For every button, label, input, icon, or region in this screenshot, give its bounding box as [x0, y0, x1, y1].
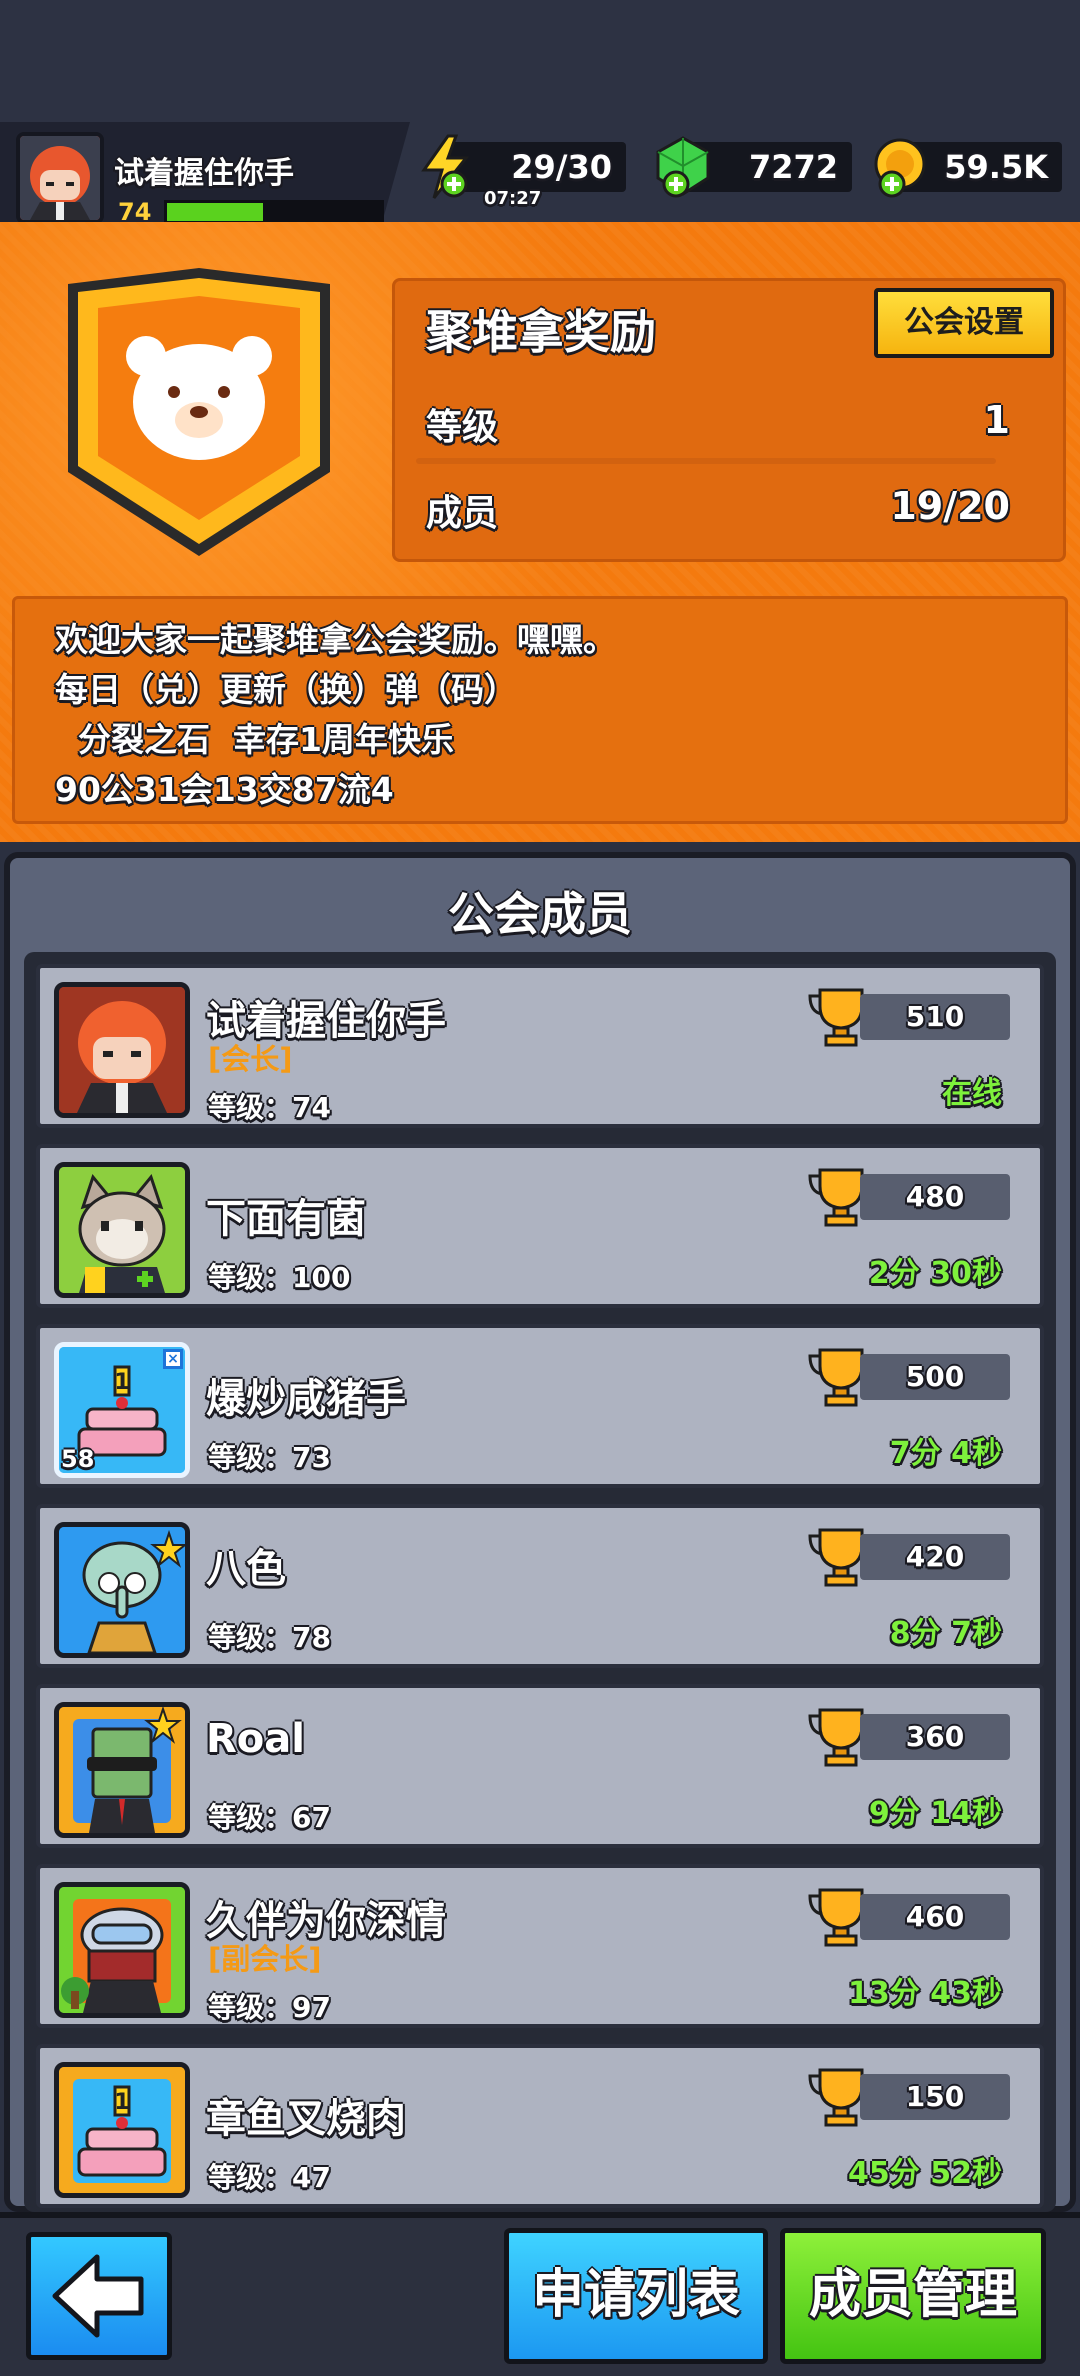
member-status: 9分 14秒	[868, 1796, 1002, 1831]
member-level: 等级：100	[208, 1261, 351, 1294]
member-row[interactable]: 久伴为你深情 [副会长] 等级：97 460 13分 43秒	[36, 1864, 1044, 2028]
member-row[interactable]: 下面有菌 等级：100 480 2分 30秒	[36, 1144, 1044, 1308]
member-avatar	[54, 1522, 190, 1658]
energy-timer: 07:27	[484, 188, 542, 209]
member-avatar: 1	[54, 2062, 190, 2198]
member-name: 章鱼叉烧肉	[206, 2096, 406, 2142]
notice-line: 每日（兑）更新（换）弹（码）	[55, 670, 517, 709]
player-avatar[interactable]	[16, 132, 104, 224]
member-avatar	[54, 1162, 190, 1298]
member-row[interactable]: 1 58 × 爆炒咸猪手 等级：73 500 7分 4秒	[36, 1324, 1044, 1488]
svg-text:1: 1	[114, 2090, 129, 2115]
member-avatar	[54, 1702, 190, 1838]
member-name: 爆炒咸猪手	[206, 1376, 406, 1422]
member-trophies: 510	[860, 994, 1010, 1040]
guild-level-row: 等级 1	[396, 380, 1062, 460]
guild-members-value: 19/20	[890, 484, 1010, 528]
energy-bolt-icon	[421, 134, 470, 199]
notice-line: 欢迎大家一起聚堆拿公会奖励。嘿嘿。	[55, 620, 616, 659]
members-panel-title: 公会成员	[448, 887, 632, 941]
svg-text:1: 1	[114, 1370, 129, 1395]
coin-add-icon[interactable]	[866, 134, 932, 200]
member-role: [副会长]	[208, 1942, 322, 1976]
member-status: 45分 52秒	[848, 2156, 1002, 2191]
member-trophies: 150	[860, 2074, 1010, 2120]
guild-members-row: 成员 19/20	[396, 466, 1062, 546]
close-icon: ×	[163, 1349, 183, 1369]
member-avatar	[54, 1882, 190, 2018]
member-status: 13分 43秒	[848, 1976, 1002, 2011]
member-trophies: 360	[860, 1714, 1010, 1760]
player-xp-bar	[164, 200, 384, 224]
member-level: 等级：78	[208, 1621, 331, 1654]
member-trophies: 460	[860, 1894, 1010, 1940]
guild-members-label: 成员	[426, 493, 499, 534]
divider	[416, 458, 996, 464]
member-trophies: 420	[860, 1534, 1010, 1580]
gem-value: 7272	[748, 148, 838, 186]
member-row[interactable]: Roal 等级：67 360 9分 14秒	[36, 1684, 1044, 1848]
member-name: 八色	[206, 1546, 286, 1592]
guild-settings-button[interactable]: 公会设置	[874, 288, 1054, 358]
coin-value: 59.5K	[944, 148, 1048, 186]
member-name: Roal	[206, 1716, 305, 1762]
member-avatar	[54, 982, 190, 1118]
back-button[interactable]	[26, 2232, 172, 2360]
notice-line: 90公31会13交87流4	[55, 770, 394, 809]
arrow-left-icon	[52, 2254, 144, 2338]
member-management-button[interactable]: 成员管理	[780, 2228, 1046, 2364]
member-level: 等级：74	[208, 1091, 331, 1124]
member-trophies: 480	[860, 1174, 1010, 1220]
guild-name: 聚堆拿奖励	[426, 305, 656, 359]
guild-level-value: 1	[983, 398, 1010, 442]
member-level: 等级：97	[208, 1991, 331, 2024]
member-status: 在线	[942, 1076, 1002, 1111]
guild-level-label: 等级	[426, 407, 499, 448]
member-row[interactable]: 1 章鱼叉烧肉 等级：47 150 45分 52秒	[36, 2044, 1044, 2208]
member-row[interactable]: 试着握住你手 [会长] 等级：74 510 在线	[36, 964, 1044, 1128]
member-level: 等级：67	[208, 1801, 331, 1834]
notice-line: 分裂之石 幸存1周年快乐	[55, 720, 454, 759]
member-avatar: 1 58 ×	[54, 1342, 190, 1478]
member-status: 7分 4秒	[889, 1436, 1002, 1471]
guild-notice-board[interactable]: 欢迎大家一起聚堆拿公会奖励。嘿嘿。 每日（兑）更新（换）弹（码） 分裂之石 幸存…	[12, 596, 1068, 824]
member-row[interactable]: 八色 等级：78 420 8分 7秒	[36, 1504, 1044, 1668]
member-level: 等级：47	[208, 2161, 331, 2194]
player-name: 试着握住你手	[114, 156, 294, 191]
application-list-button[interactable]: 申请列表	[504, 2228, 768, 2364]
energy-value: 29/30	[511, 148, 612, 186]
gem-add-icon[interactable]	[650, 134, 716, 200]
guild-emblem-bear-icon[interactable]	[58, 262, 340, 562]
member-name: 下面有菌	[206, 1196, 366, 1242]
member-level: 等级：73	[208, 1441, 331, 1474]
member-status: 8分 7秒	[889, 1616, 1002, 1651]
avatar-level-badge: 58	[61, 1445, 95, 1473]
member-status: 2分 30秒	[868, 1256, 1002, 1291]
member-trophies: 500	[860, 1354, 1010, 1400]
member-role: [会长]	[208, 1042, 293, 1076]
